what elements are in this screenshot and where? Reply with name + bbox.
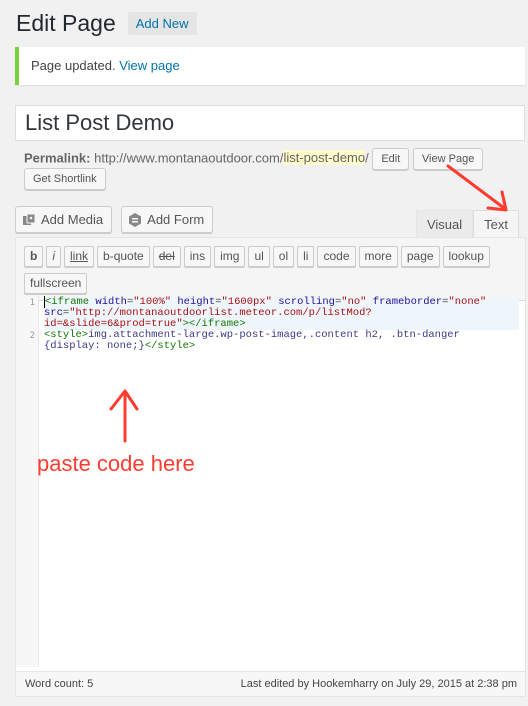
media-buttons: Add Media Add Form (15, 206, 214, 233)
get-shortlink-button[interactable]: Get Shortlink (24, 168, 106, 190)
media-icon (22, 213, 36, 227)
code-line-1: <iframe width="100%" height="1600px" scr… (44, 296, 519, 330)
add-form-button[interactable]: Add Form (121, 206, 214, 233)
qt-italic-button[interactable]: i (46, 246, 62, 267)
add-media-label: Add Media (41, 212, 104, 227)
view-page-link[interactable]: View page (119, 58, 179, 73)
line-number: 2 (29, 331, 35, 341)
qt-li-button[interactable]: li (297, 246, 315, 267)
code-line-2: <style>img.attachment-large.wp-post-imag… (44, 329, 460, 352)
quicktags-toolbar: b i link b-quote del ins img ul ol li co… (16, 238, 525, 301)
add-form-label: Add Form (147, 212, 205, 227)
word-count: Word count: 5 (25, 678, 94, 690)
qt-bold-button[interactable]: b (24, 246, 44, 267)
qt-ul-button[interactable]: ul (248, 246, 270, 267)
permalink-label: Permalink: (24, 150, 91, 166)
qt-blockquote-button[interactable]: b-quote (97, 246, 150, 267)
qt-code-button[interactable]: code (317, 246, 356, 267)
updated-notice: Page updated. View page (15, 47, 525, 85)
permalink-slug[interactable]: list-post-demo (283, 150, 366, 166)
code-content: <iframe width="100%" height="1600px" scr… (44, 296, 519, 352)
add-media-button[interactable]: Add Media (15, 206, 113, 233)
qt-ol-button[interactable]: ol (272, 246, 295, 267)
form-icon (128, 212, 142, 227)
qt-page-button[interactable]: page (400, 246, 440, 267)
permalink-trailing: / (365, 150, 369, 166)
line-gutter: 1 2 (16, 295, 39, 667)
qt-link-button[interactable]: link (64, 246, 95, 267)
qt-img-button[interactable]: img (214, 246, 246, 267)
line-number: 1 (29, 298, 35, 308)
page-title: Edit Page (16, 10, 116, 36)
qt-lookup-button[interactable]: lookup (442, 246, 490, 267)
notice-message: Page updated. (31, 58, 116, 73)
edit-permalink-button[interactable]: Edit (372, 148, 410, 170)
arrow-to-code-icon (109, 389, 139, 443)
editor-status-bar: Word count: 5 Last edited by Hookemharry… (16, 671, 525, 696)
shortlink-row: Get Shortlink (24, 168, 106, 190)
code-textarea[interactable]: 1 2 <iframe width="100%" height="1600px"… (16, 295, 525, 667)
arrow-to-text-tab-icon (446, 164, 508, 212)
qt-del-button[interactable]: del (152, 246, 181, 267)
add-new-button[interactable]: Add New (127, 12, 197, 35)
page-heading: Edit Page Add New (16, 10, 197, 37)
paste-code-annotation: paste code here (37, 451, 195, 476)
qt-ins-button[interactable]: ins (183, 246, 212, 267)
last-edited: Last edited by Hookemharry on July 29, 2… (240, 678, 517, 690)
qt-more-button[interactable]: more (358, 246, 398, 267)
permalink-base: http://www.montanaoutdoor.com/ (94, 150, 284, 166)
qt-fullscreen-button[interactable]: fullscreen (24, 273, 88, 294)
post-title-input[interactable]: List Post Demo (15, 105, 525, 141)
